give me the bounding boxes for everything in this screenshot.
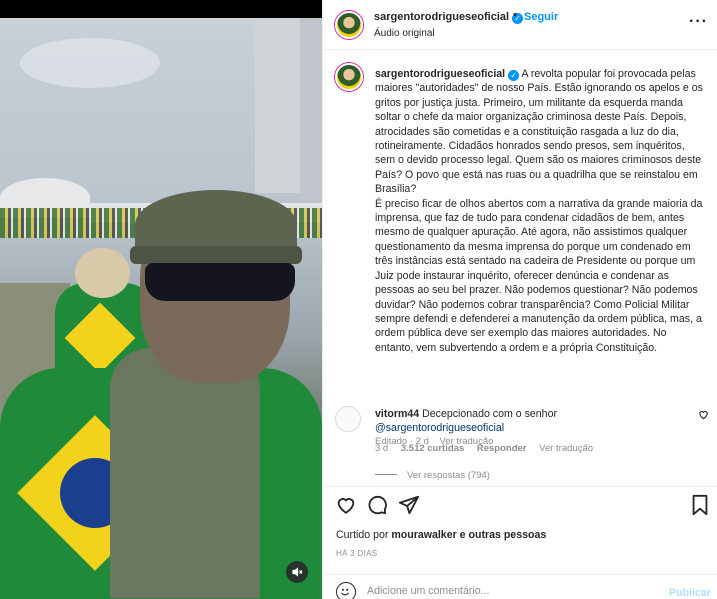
- sunglasses: [145, 263, 295, 301]
- tower-building: [255, 18, 300, 193]
- comment-item: vitorm44 Decepcionado com o senhor @sarg…: [323, 403, 717, 463]
- post-dialog: sargentorodrigueseoficial ✓ • Seguir Áudi…: [0, 0, 717, 599]
- share-icon[interactable]: [398, 494, 422, 518]
- liked-by-suffix[interactable]: e outras pessoas: [460, 529, 547, 541]
- caption-avatar[interactable]: [335, 63, 363, 91]
- caption-body: A revolta popular foi provocada pelas ma…: [375, 68, 703, 354]
- emoji-icon[interactable]: [336, 582, 356, 599]
- commenter-avatar[interactable]: [335, 406, 361, 432]
- tower-building-2: [300, 18, 322, 218]
- liked-by: Curtido por mourawalker e outras pessoas: [336, 529, 546, 541]
- reply-button[interactable]: Responder: [477, 443, 527, 454]
- mute-icon[interactable]: [286, 561, 308, 583]
- cap-brim: [130, 246, 302, 264]
- audio-label[interactable]: Áudio original: [374, 28, 435, 39]
- verified-icon: ✓: [508, 70, 520, 81]
- more-options-icon[interactable]: ···: [689, 13, 708, 31]
- replies-line: [375, 474, 397, 475]
- video-frame: [0, 18, 322, 599]
- posted-time[interactable]: HÁ 3 DIAS: [336, 549, 377, 558]
- bystander-head: [75, 248, 130, 298]
- comment-translate-link[interactable]: Ver tradução: [539, 443, 593, 454]
- follow-button[interactable]: Seguir: [524, 11, 558, 23]
- divider: [323, 574, 717, 575]
- like-icon[interactable]: [335, 494, 359, 518]
- caption-text: sargentorodrigueseoficial ✓ A revolta pop…: [375, 67, 705, 355]
- liked-by-prefix: Curtido por: [336, 529, 389, 541]
- view-replies-button[interactable]: Ver respostas (794): [375, 470, 490, 481]
- author-avatar[interactable]: [335, 11, 363, 39]
- comment-meta: 3 d 3.512 curtidas Responder Ver traduçã…: [375, 443, 603, 454]
- view-replies-label[interactable]: Ver respostas (794): [407, 470, 490, 481]
- publish-button[interactable]: Publicar: [669, 587, 711, 599]
- comment-mention[interactable]: @sargentorodrigueseoficial: [375, 422, 504, 434]
- bookmark-icon[interactable]: [690, 494, 714, 518]
- comment-likes[interactable]: 3.512 curtidas: [401, 443, 464, 454]
- comment-text: vitorm44 Decepcionado com o senhor @sarg…: [375, 407, 685, 436]
- comment-like-icon[interactable]: [698, 409, 709, 423]
- comment-input[interactable]: [367, 585, 647, 597]
- cloud: [20, 38, 160, 88]
- post-header: sargentorodrigueseoficial ✓ • Seguir Áudi…: [323, 0, 717, 50]
- commenter-username[interactable]: vitorm44: [375, 408, 419, 420]
- post-panel: sargentorodrigueseoficial ✓ • Seguir Áudi…: [322, 0, 717, 599]
- caption-username[interactable]: sargentorodrigueseoficial: [375, 68, 505, 80]
- video-player[interactable]: [0, 0, 322, 599]
- divider: [323, 486, 717, 487]
- add-comment-bar: Publicar: [323, 582, 717, 599]
- author-username-text[interactable]: sargentorodrigueseoficial: [374, 11, 509, 23]
- author-username[interactable]: sargentorodrigueseoficial ✓: [374, 11, 524, 24]
- comment-body: Decepcionado com o senhor: [422, 408, 557, 420]
- liked-by-user[interactable]: mourawalker: [391, 529, 456, 541]
- action-bar: [323, 494, 717, 520]
- comment-icon[interactable]: [366, 494, 390, 518]
- comment-time: 3 d: [375, 443, 389, 454]
- person-body: [110, 348, 260, 598]
- header-separator: •: [513, 9, 517, 21]
